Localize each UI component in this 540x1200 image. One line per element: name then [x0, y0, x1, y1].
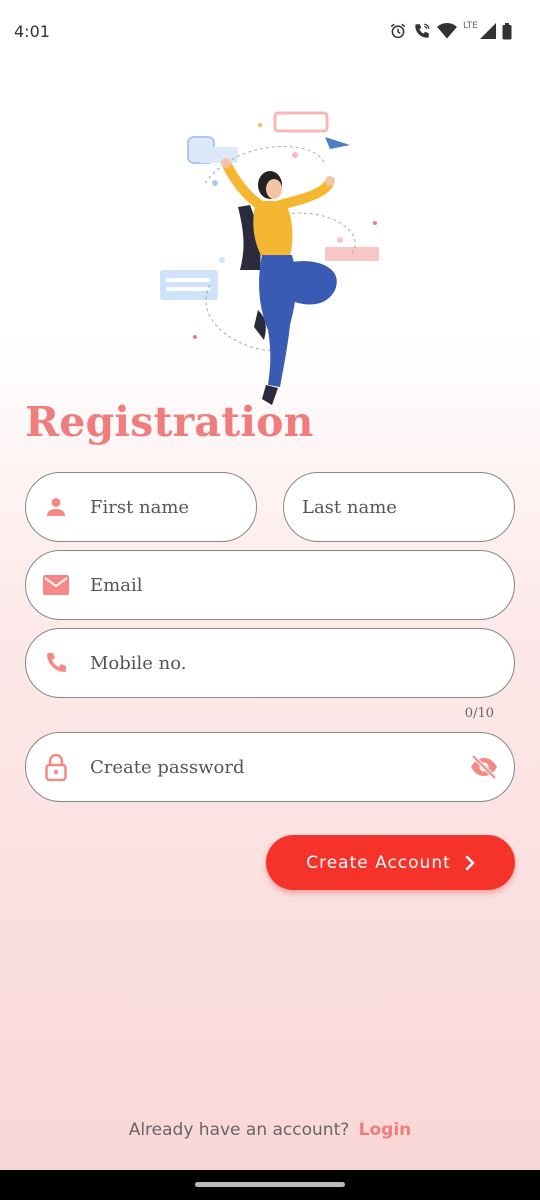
first-name-field[interactable]: First name — [25, 472, 257, 542]
mobile-character-counter: 0/10 — [464, 706, 494, 721]
login-prompt: Already have an account? Login — [0, 1120, 540, 1140]
signal-icon — [480, 23, 496, 39]
wifi-calling-icon — [413, 22, 431, 40]
mobile-placeholder: Mobile no. — [90, 652, 187, 674]
network-type: LTE — [463, 21, 478, 31]
lock-icon — [42, 753, 70, 781]
wifi-icon — [437, 22, 458, 40]
create-account-label: Create Account — [306, 852, 451, 873]
woman-juggling-illustration — [150, 105, 390, 410]
mobile-field[interactable]: Mobile no. — [25, 628, 515, 698]
last-name-field[interactable]: Last name — [283, 472, 515, 542]
status-time: 4:01 — [14, 21, 50, 41]
navigation-bar — [0, 1170, 540, 1200]
status-icons: LTE — [389, 21, 512, 40]
login-link[interactable]: Login — [359, 1120, 412, 1140]
password-field[interactable]: Create password — [25, 732, 515, 802]
login-prompt-text: Already have an account? — [128, 1120, 350, 1140]
phone-icon — [42, 649, 70, 677]
mail-icon — [42, 571, 70, 599]
eye-off-icon[interactable] — [468, 753, 500, 781]
email-field[interactable]: Email — [25, 550, 515, 620]
battery-icon — [502, 22, 512, 40]
password-placeholder: Create password — [90, 756, 245, 778]
last-name-placeholder: Last name — [302, 496, 397, 518]
email-placeholder: Email — [90, 574, 143, 596]
home-gesture-handle[interactable] — [195, 1182, 345, 1187]
chevron-right-icon — [465, 855, 475, 871]
alarm-icon — [389, 22, 407, 40]
create-account-button[interactable]: Create Account — [266, 835, 515, 890]
status-bar: 4:01 LTE — [0, 0, 540, 62]
person-icon — [42, 493, 70, 521]
page-title: Registration — [25, 398, 314, 446]
first-name-placeholder: First name — [90, 496, 190, 518]
